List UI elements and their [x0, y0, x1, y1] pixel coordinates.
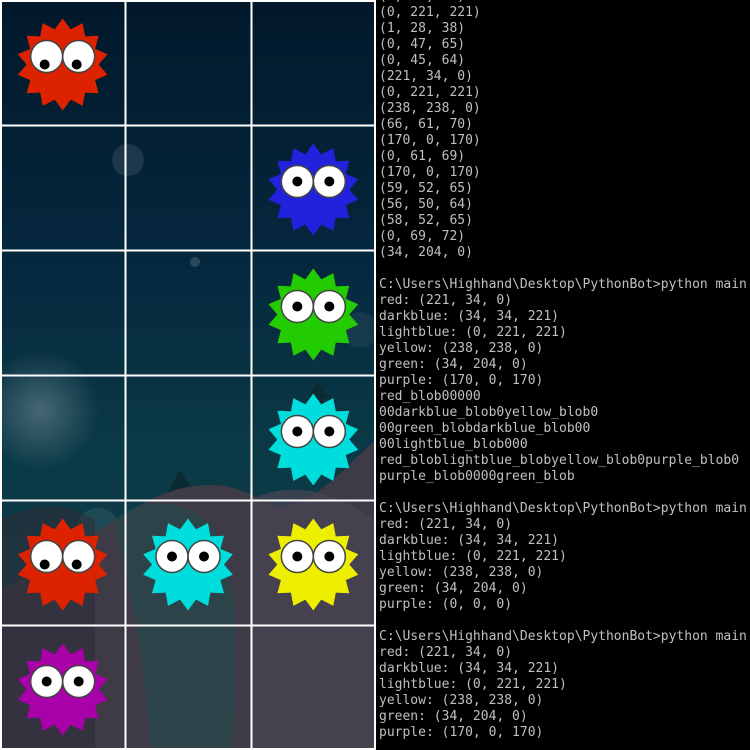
blob-body: [17, 518, 108, 611]
blob-pupil: [324, 176, 335, 187]
red-blob[interactable]: [17, 18, 108, 111]
green-blob[interactable]: [268, 268, 359, 361]
console-line: (0, 45, 64): [379, 53, 466, 68]
blob-pupil: [292, 176, 303, 187]
console-line: (170, 0, 170): [379, 133, 481, 148]
console-output: (0, 50, 67)(0, 221, 221)(1, 28, 38)(0, 4…: [379, 0, 750, 741]
console-line: yellow: (238, 238, 0): [379, 693, 544, 708]
yellow-blob[interactable]: [268, 518, 359, 611]
blob-body: [268, 268, 359, 361]
console-line: (34, 204, 0): [379, 245, 473, 260]
console-line: red: (221, 34, 0): [379, 293, 513, 308]
console-line: (0, 69, 72): [379, 229, 466, 244]
console-line: (1, 28, 38): [379, 21, 466, 36]
red-blob[interactable]: [17, 518, 108, 611]
blob-body: [268, 143, 359, 236]
console-line: lightblue: (0, 221, 221): [379, 549, 567, 564]
console-line: green: (34, 204, 0): [379, 709, 528, 724]
console-line: (221, 34, 0): [379, 69, 473, 84]
console-line: red_bloblightblue_blobyellow_blob0purple…: [379, 453, 740, 468]
purple-blob[interactable]: [17, 643, 108, 736]
console-line: (0, 221, 221): [379, 85, 481, 100]
console-line: (0, 47, 65): [379, 37, 466, 52]
console-line: (0, 61, 69): [379, 149, 466, 164]
blob-pupil: [39, 559, 50, 570]
blob-body: [268, 518, 359, 611]
blob-pupil: [199, 551, 209, 562]
blob-pupil: [292, 551, 303, 562]
blob-body: [268, 393, 359, 486]
game-board: [0, 0, 376, 750]
console-line: (58, 52, 65): [379, 213, 473, 228]
console-line: 00green_blobdarkblue_blob00: [379, 421, 591, 436]
blob-pupil: [73, 676, 84, 687]
console-line: red: (221, 34, 0): [379, 645, 513, 660]
blob-body: [17, 18, 108, 111]
lightblue-blob[interactable]: [143, 518, 233, 611]
console-line: darkblue: (34, 34, 221): [379, 533, 560, 548]
console-line: 00lightblue_blob000: [379, 437, 528, 452]
console-line: (0, 221, 221): [379, 5, 481, 20]
blob-pupil: [324, 551, 335, 562]
darkblue-blob[interactable]: [268, 143, 359, 236]
console-line: (170, 0, 170): [379, 165, 481, 180]
console-line: purple: (170, 0, 170): [379, 373, 544, 388]
console-line: lightblue: (0, 221, 221): [379, 325, 567, 340]
console-line: 00darkblue_blob0yellow_blob0: [379, 405, 599, 420]
blob-pupil: [292, 301, 303, 312]
console-line: (56, 50, 64): [379, 197, 473, 212]
console-line: yellow: (238, 238, 0): [379, 341, 544, 356]
blob-pupil: [324, 301, 335, 312]
console-line: purple: (0, 0, 0): [379, 597, 513, 612]
console-line: purple: (170, 0, 170): [379, 725, 544, 740]
console-line: darkblue: (34, 34, 221): [379, 309, 560, 324]
blob-pupil: [71, 59, 82, 70]
console-line: green: (34, 204, 0): [379, 357, 528, 372]
console-line: red_blob00000: [379, 389, 481, 404]
lightblue-blob[interactable]: [268, 393, 359, 486]
console-line: yellow: (238, 238, 0): [379, 565, 544, 580]
blob-pupil: [71, 559, 82, 570]
console-line: C:\Users\Highhand\Desktop\PythonBot>pyth…: [379, 629, 750, 644]
console-line: C:\Users\Highhand\Desktop\PythonBot>pyth…: [379, 501, 750, 516]
blob-pupil: [39, 59, 50, 70]
blob-pupil: [292, 426, 303, 437]
console-line: lightblue: (0, 221, 221): [379, 677, 567, 692]
console-line: (238, 238, 0): [379, 101, 481, 116]
console-line: red: (221, 34, 0): [379, 517, 513, 532]
console-line: C:\Users\Highhand\Desktop\PythonBot>pyth…: [379, 277, 750, 292]
blob-body: [143, 518, 233, 611]
console-window: (0, 50, 67)(0, 221, 221)(1, 28, 38)(0, 4…: [376, 0, 750, 750]
console-line: green: (34, 204, 0): [379, 581, 528, 596]
blob-pupil: [324, 426, 335, 437]
console-line: purple_blob0000green_blob: [379, 469, 575, 484]
console-line: (66, 61, 70): [379, 117, 473, 132]
console-line: (59, 52, 65): [379, 181, 473, 196]
blob-body: [17, 643, 108, 736]
blob-pupil: [167, 551, 177, 562]
blob-pupil: [41, 676, 52, 687]
console-line: darkblue: (34, 34, 221): [379, 661, 560, 676]
